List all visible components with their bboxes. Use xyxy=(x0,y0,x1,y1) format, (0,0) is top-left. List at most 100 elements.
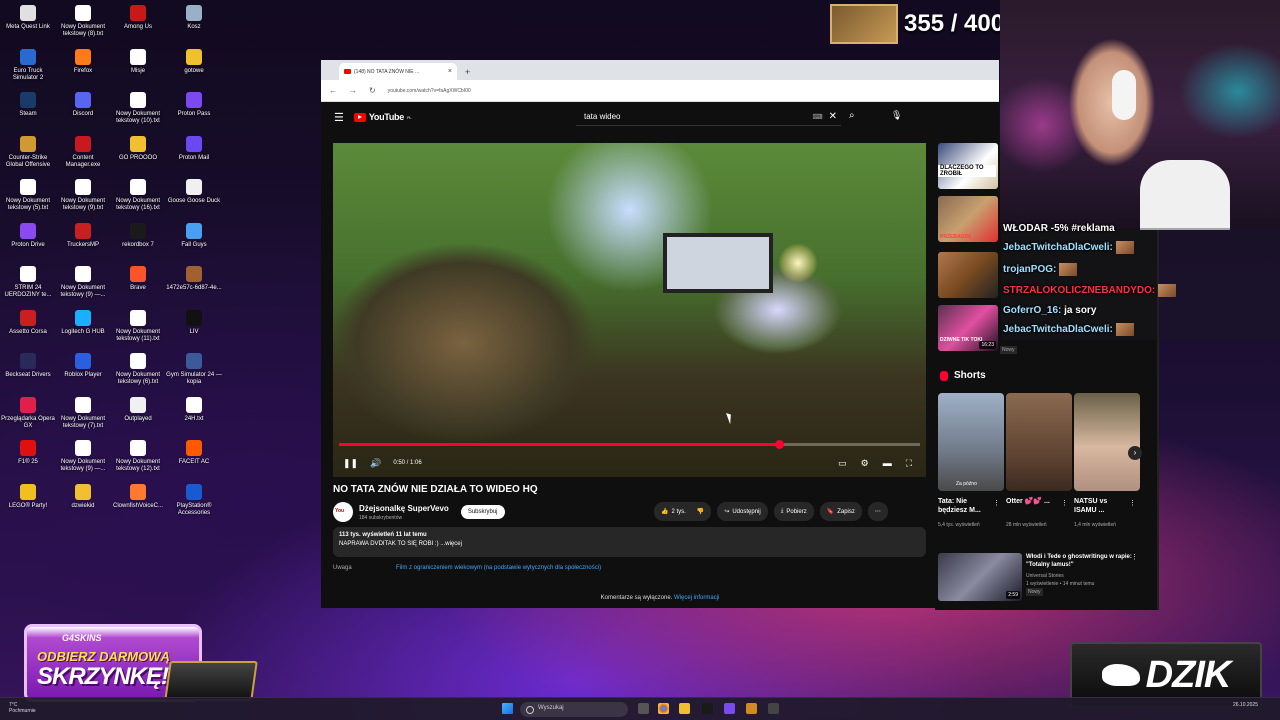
rec-menu-icon[interactable]: ⋮ xyxy=(1131,553,1138,561)
chrome-icon[interactable] xyxy=(658,703,669,714)
youtube-logo[interactable]: YouTube PL xyxy=(353,112,412,122)
settings-gear-icon[interactable]: ⚙ xyxy=(861,458,869,469)
desktop-icon[interactable]: Goose Goose Duck xyxy=(166,179,222,205)
clear-search-icon[interactable]: ✕ xyxy=(829,111,837,122)
rec-channel[interactable]: Universal Stories xyxy=(1026,572,1136,580)
back-icon[interactable]: ← xyxy=(329,86,337,95)
desktop-icon[interactable]: rekordbox 7 xyxy=(110,222,166,249)
desktop-icon[interactable]: Nowy Dokument tekstowy (9) —... xyxy=(55,440,111,473)
taskbar-search[interactable]: Wyszukaj xyxy=(520,702,628,717)
thumbs-down-icon[interactable]: 👎 xyxy=(697,508,704,515)
desktop-icon[interactable]: LIV xyxy=(166,309,222,336)
desktop-icon[interactable]: Nowy Dokument tekstowy (9) —... xyxy=(55,266,111,299)
short-2[interactable] xyxy=(1006,393,1072,491)
forward-icon[interactable]: → xyxy=(349,86,357,95)
desktop-icon[interactable]: Nowy Dokument tekstowy (5).txt xyxy=(0,179,56,212)
desktop-icon[interactable]: Meta Quest Link xyxy=(0,5,56,31)
twitch-icon[interactable] xyxy=(724,703,735,714)
share-button[interactable]: ↪ Udostępnij xyxy=(717,502,768,521)
search-input[interactable]: tata wideo ⌨ ✕ xyxy=(576,108,841,126)
more-info-link[interactable]: Więcej informacji xyxy=(674,595,719,601)
age-restriction-link[interactable]: Film z ograniczeniem wiekowym (na podsta… xyxy=(396,565,601,571)
app-icon[interactable] xyxy=(746,703,757,714)
short-2-title[interactable]: Otter 💕💕 ... xyxy=(1006,497,1058,506)
clock[interactable]: 26.10.2025 xyxy=(1233,702,1258,708)
desktop-icon[interactable]: Proton Drive xyxy=(0,222,56,249)
rec-title[interactable]: Włodi i Tede o ghostwritingu w rapie: "T… xyxy=(1026,553,1136,569)
desktop-icon[interactable]: Outplayed xyxy=(110,396,166,423)
desktop-icon[interactable]: Nowy Dokument tekstowy (8).txt xyxy=(55,5,111,38)
task-view-icon[interactable] xyxy=(638,703,649,714)
desktop-icon[interactable]: Logitech G HUB xyxy=(55,309,111,336)
url-field[interactable]: youtube.com/watch?v=faAgXWCbI00 xyxy=(388,88,471,94)
desktop-icon[interactable]: Gym Simulator 24 — kopia xyxy=(166,353,222,386)
like-button[interactable]: 👍 2 tys. 👎 xyxy=(654,502,712,521)
new-tab-button[interactable]: + xyxy=(457,67,478,80)
save-button[interactable]: 🔖 Zapisz xyxy=(819,502,862,521)
desktop-icon[interactable]: Firefox xyxy=(55,48,111,75)
desktop-icon[interactable]: Nowy Dokument tekstowy (6).txt xyxy=(110,353,166,386)
desktop-icon[interactable]: Steam xyxy=(0,92,56,118)
start-button-icon[interactable] xyxy=(502,703,513,714)
desktop-icon[interactable]: Proton Mail xyxy=(166,135,222,162)
short-1[interactable]: Za późno xyxy=(938,393,1004,491)
download-button[interactable]: ⤓ Pobierz xyxy=(773,502,814,521)
file-explorer-icon[interactable] xyxy=(679,703,690,714)
desktop-icon[interactable]: Nowy Dokument tekstowy (10).txt xyxy=(110,92,166,125)
search-icon[interactable]: ⌕ xyxy=(849,110,855,121)
desktop-icon[interactable]: LEGO® Party! xyxy=(0,483,56,510)
desktop-icon[interactable]: Among Us xyxy=(110,5,166,31)
short-3[interactable] xyxy=(1074,393,1140,491)
desktop-icon[interactable]: 24H.txt xyxy=(166,396,222,423)
desktop-icon[interactable]: dzwiekid xyxy=(55,483,111,510)
short-1-title[interactable]: Tata: Nie będziesz M... xyxy=(938,497,990,515)
keyboard-icon[interactable]: ⌨ xyxy=(813,113,823,121)
desktop-icon[interactable]: FACEIT AC xyxy=(166,440,222,466)
reload-icon[interactable]: ↻ xyxy=(369,86,376,95)
related-thumb-4[interactable]: DZIWNE TIK TOKI 16:23 xyxy=(938,305,998,351)
desktop-icon[interactable]: Nowy Dokument tekstowy (16).txt xyxy=(110,179,166,212)
progress-knob[interactable] xyxy=(774,440,784,449)
desktop-icon[interactable]: Beckseat Drivers xyxy=(0,353,56,379)
desktop-icon[interactable]: Proton Pass xyxy=(166,92,222,118)
desktop-icon[interactable]: Content Manager.exe xyxy=(55,135,111,169)
tab-close-icon[interactable]: × xyxy=(448,68,452,75)
desktop-icon[interactable]: Przeglądarka Opera GX xyxy=(0,396,56,430)
short-3-title[interactable]: NATSU vs ISAMU ... xyxy=(1074,497,1126,515)
channel-avatar[interactable] xyxy=(333,502,353,522)
desktop-icon[interactable]: Nowy Dokument tekstowy (9).txt xyxy=(55,179,111,212)
short-1-menu-icon[interactable]: ⋮ xyxy=(993,499,1000,507)
desktop-icon[interactable]: ClownfishVoiceC... xyxy=(110,483,166,510)
desktop-icon[interactable]: TruckersMP xyxy=(55,222,111,249)
desktop-icon[interactable]: Nowy Dokument tekstowy (11).txt xyxy=(110,309,166,343)
shorts-next-icon[interactable]: › xyxy=(1128,446,1142,460)
desktop-icon[interactable]: Euro Truck Simulator 2 xyxy=(0,48,56,82)
desktop-icon[interactable]: PlayStation® Accessories xyxy=(166,483,222,517)
desktop-icon[interactable]: STRIM 24 UERDOZINY te... xyxy=(0,266,56,299)
short-2-menu-icon[interactable]: ⋮ xyxy=(1061,499,1068,507)
desktop-icon[interactable]: Fall Guys xyxy=(166,222,222,249)
desktop-icon[interactable]: Roblox Player xyxy=(55,353,111,379)
weather-widget[interactable]: 7°C Pochmurnie xyxy=(9,702,36,714)
volume-icon[interactable]: 🔊 xyxy=(370,458,381,469)
desktop-icon[interactable]: Brave xyxy=(110,266,166,292)
settings-app-icon[interactable] xyxy=(768,703,779,714)
desktop-icon[interactable]: Assetto Corsa xyxy=(0,309,56,336)
tab-youtube[interactable]: (148) NO TATA ZNÓW NIE ... × xyxy=(339,63,457,80)
desktop-icon[interactable]: Counter-Strike Global Offensive xyxy=(0,135,56,169)
desktop-icon[interactable]: gotowe xyxy=(166,48,222,75)
desktop-icon[interactable]: F1® 25 xyxy=(0,440,56,466)
desktop-icon[interactable]: Kosz xyxy=(166,5,222,31)
related-thumb-3[interactable] xyxy=(938,252,998,298)
desktop-icon[interactable]: 1472e57c-6d87-4e... xyxy=(166,266,222,292)
desktop-icon[interactable]: Nowy Dokument tekstowy (12).txt xyxy=(110,440,166,473)
desktop-icon[interactable]: Misje xyxy=(110,48,166,75)
short-3-menu-icon[interactable]: ⋮ xyxy=(1129,499,1136,507)
menu-icon[interactable]: ☰ xyxy=(334,111,344,124)
microphone-icon[interactable]: 🎙 xyxy=(891,110,902,121)
desktop-icon[interactable]: Discord xyxy=(55,92,111,118)
more-actions-button[interactable]: ⋯ xyxy=(867,502,888,521)
related-thumb-1[interactable]: DLACZEGO TO ZROBIŁ xyxy=(938,143,998,189)
terminal-icon[interactable] xyxy=(702,703,713,714)
rec-thumbnail[interactable]: 2:59 xyxy=(938,553,1022,601)
